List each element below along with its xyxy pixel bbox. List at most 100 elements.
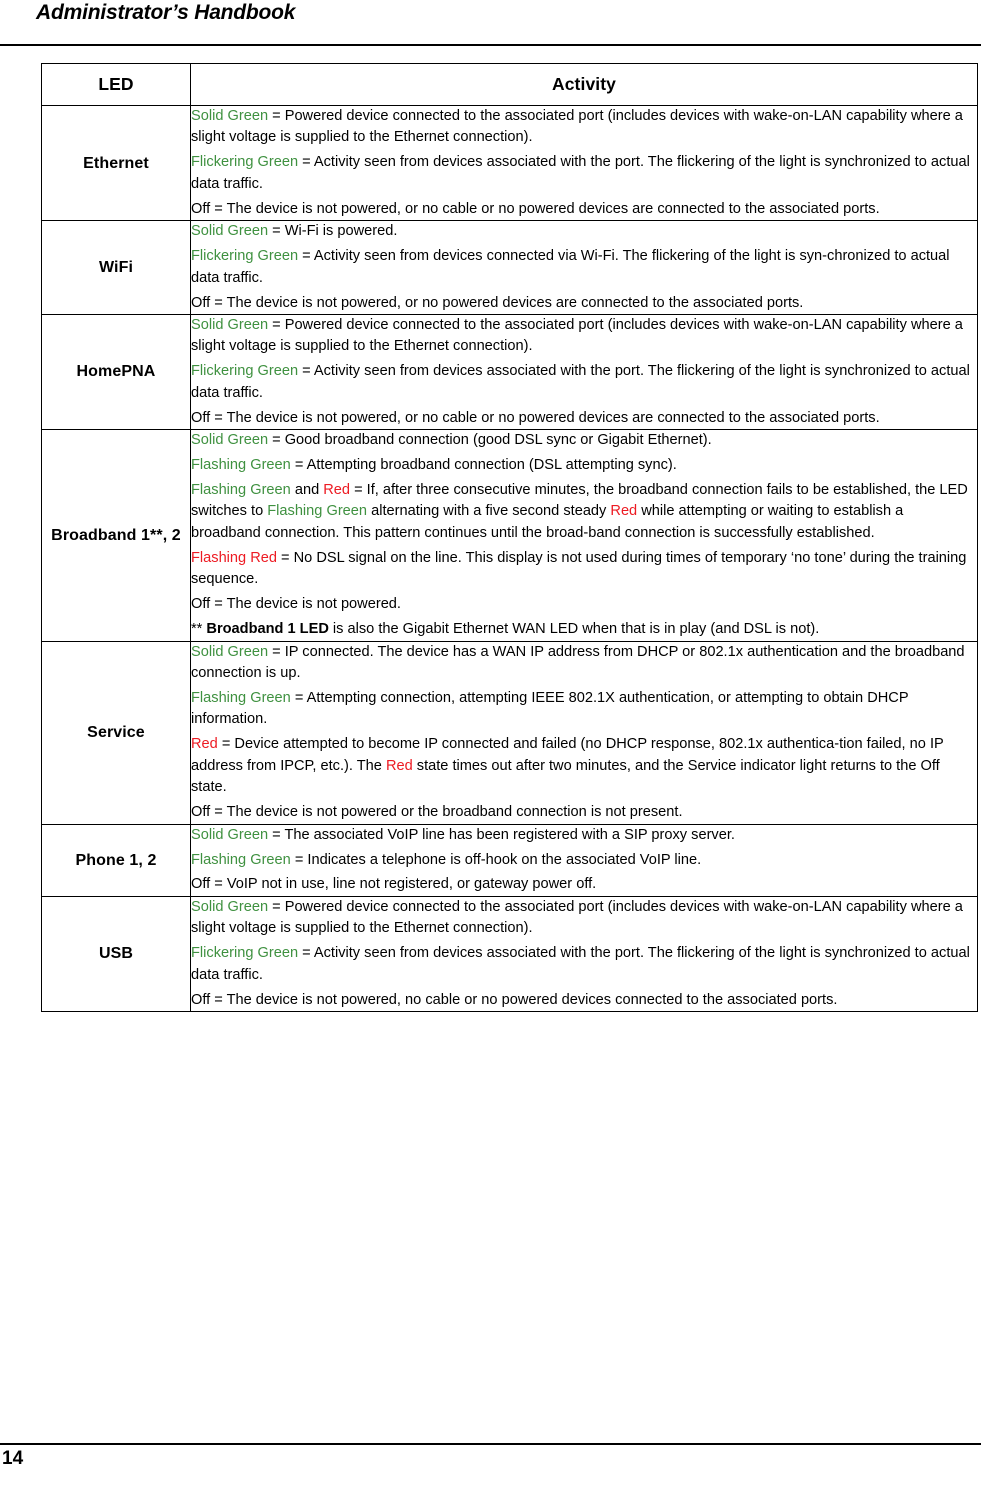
activity-line: Solid Green = Good broadband connection …	[191, 430, 977, 451]
body-text: Off = The device is not powered, or no c…	[191, 409, 880, 426]
led-activity-cell: Solid Green = Powered device connected t…	[190, 313, 978, 431]
activity-line: Solid Green = Powered device connected t…	[191, 315, 977, 358]
state-label-green: Solid Green	[191, 316, 269, 333]
table-header: LED Activity	[41, 63, 978, 106]
state-label-green: Solid Green	[191, 432, 269, 449]
footer-rule	[0, 1443, 981, 1445]
body-text: = No DSL signal on the line. This displa…	[191, 549, 967, 588]
body-text: = Activity seen from devices connected v…	[191, 248, 950, 286]
activity-line: Solid Green = The associated VoIP line h…	[191, 825, 977, 846]
activity-line: Flashing Green and Red = If, after three…	[191, 480, 977, 544]
led-activity-cell: Solid Green = Powered device connected t…	[190, 895, 978, 1013]
state-label-red: Red	[323, 482, 351, 498]
led-activity-cell: Solid Green = Wi-Fi is powered. Flickerin…	[190, 220, 978, 315]
column-header-led: LED	[41, 63, 191, 106]
body-text: = Powered device connected to the associ…	[191, 898, 963, 937]
table-row: Ethernet Solid Green = Powered device con…	[41, 104, 978, 222]
state-label-green: Flashing Green	[191, 457, 291, 474]
activity-line: Solid Green = Powered device connected t…	[191, 897, 977, 940]
body-text: = The associated VoIP line has been regi…	[268, 826, 735, 843]
state-label-red: Red	[191, 736, 218, 753]
body-text: Off = The device is not powered.	[191, 596, 401, 613]
led-name-cell: Broadband 1**, 2	[41, 429, 191, 642]
emphasis-text: Broadband 1 LED	[206, 621, 329, 638]
activity-line: Off = The device is not powered, no cabl…	[191, 990, 977, 1011]
state-label-green: Flickering Green	[191, 363, 299, 380]
state-label-green: Flashing Green	[191, 689, 291, 706]
led-name-cell: Service	[41, 640, 191, 825]
body-text: = Activity seen from devices associated …	[191, 154, 970, 192]
body-text: Off = The device is not powered, no cabl…	[191, 991, 838, 1008]
activity-line: Solid Green = Powered device connected t…	[191, 106, 977, 149]
activity-line: Off = The device is not powered, or no c…	[191, 199, 977, 220]
table-row: USB Solid Green = Powered device connecte…	[41, 895, 978, 1013]
state-label-green: Solid Green	[191, 108, 269, 124]
activity-line: Solid Green = IP connected. The device h…	[191, 642, 977, 685]
body-text: = Activity seen from devices associated …	[191, 945, 970, 983]
running-head-title: Administrator’s Handbook	[36, 1, 296, 24]
led-name-cell: USB	[41, 895, 191, 1013]
body-text: = Wi-Fi is powered.	[268, 223, 398, 240]
state-label-red: Flashing Red	[191, 549, 277, 566]
activity-line: Flickering Green = Activity seen from de…	[191, 152, 977, 195]
body-text: Off = The device is not powered, or no p…	[191, 294, 804, 311]
page-header: Administrator’s Handbook	[0, 0, 981, 46]
state-label-red: Red	[610, 503, 638, 520]
body-text: alternating with a five second steady	[367, 503, 611, 520]
led-activity-cell: Solid Green = Powered device connected t…	[190, 104, 978, 222]
page-number: 14	[2, 1448, 24, 1469]
state-label-red: Red	[385, 757, 413, 774]
activity-line: Off = The device is not powered.	[191, 594, 977, 615]
table-row: Service Solid Green = IP connected. The d…	[41, 640, 978, 825]
body-text: = Attempting broadband connection (DSL a…	[290, 457, 677, 474]
state-label-green: Solid Green	[191, 898, 269, 915]
body-text: = Powered device connected to the associ…	[191, 316, 963, 355]
state-label-green: Flickering Green	[191, 248, 299, 265]
table-row: HomePNA Solid Green = Powered device conn…	[41, 313, 978, 431]
activity-line: Off = The device is not powered or the b…	[191, 802, 977, 823]
state-label-green: Flashing Green	[191, 482, 291, 498]
table-header-row: LED Activity	[41, 63, 978, 106]
document-page: { "header": { "title": "Administrator\u2…	[0, 0, 981, 1486]
body-text: = Activity seen from devices associated …	[191, 363, 970, 401]
state-label-green: Flashing Green	[267, 503, 368, 520]
led-activity-cell: Solid Green = Good broadband connection …	[190, 429, 978, 642]
state-label-green: Flashing Green	[191, 851, 291, 868]
body-text: = Good broadband connection (good DSL sy…	[268, 432, 712, 449]
activity-line: Off = VoIP not in use, line not register…	[191, 874, 977, 895]
led-activity-cell: Solid Green = The associated VoIP line h…	[190, 823, 978, 897]
table-body: Ethernet Solid Green = Powered device con…	[41, 104, 978, 1013]
activity-line: Flashing Red = No DSL signal on the line…	[191, 548, 977, 591]
table-row: Phone 1, 2 Solid Green = The associated V…	[41, 823, 978, 897]
body-text: = Indicates a telephone is off-hook on t…	[290, 851, 702, 868]
activity-line: Flashing Green = Attempting connection, …	[191, 688, 977, 731]
header-rule	[0, 44, 981, 46]
column-header-activity: Activity	[190, 63, 978, 106]
led-name-cell: HomePNA	[41, 313, 191, 431]
led-name-cell: Ethernet	[41, 104, 191, 222]
table-row: Broadband 1**, 2 Solid Green = Good broad…	[41, 429, 978, 642]
body-text: Off = The device is not powered or the b…	[191, 804, 683, 821]
state-label-green: Solid Green	[191, 643, 269, 660]
body-text: Off = VoIP not in use, line not register…	[191, 876, 597, 893]
body-text: Off = The device is not powered, or no c…	[191, 200, 880, 217]
body-text: = Attempting connection, attempting IEEE…	[191, 689, 909, 728]
activity-line: Flickering Green = Activity seen from de…	[191, 943, 977, 986]
activity-line: Off = The device is not powered, or no p…	[191, 293, 977, 314]
activity-line: Flickering Green = Activity seen from de…	[191, 361, 977, 404]
led-name-cell: WiFi	[41, 220, 191, 315]
led-activity-cell: Solid Green = IP connected. The device h…	[190, 640, 978, 825]
activity-line: Red = Device attempted to become IP conn…	[191, 734, 977, 798]
body-text: and	[290, 482, 324, 498]
table-row: WiFi Solid Green = Wi-Fi is powered. Flick…	[41, 220, 978, 315]
body-text: = Powered device connected to the associ…	[191, 108, 963, 146]
led-activity-table: LED Activity Ethernet Solid Green = Power…	[41, 63, 978, 1013]
activity-line: Off = The device is not powered, or no c…	[191, 408, 977, 429]
body-text: = IP connected. The device has a WAN IP …	[191, 643, 965, 681]
led-name-cell: Phone 1, 2	[41, 823, 191, 897]
activity-line: Solid Green = Wi-Fi is powered.	[191, 221, 977, 242]
state-label-green: Solid Green	[191, 223, 269, 240]
state-label-green: Solid Green	[191, 826, 269, 843]
state-label-green: Flickering Green	[191, 154, 299, 171]
activity-line: Flashing Green = Indicates a telephone i…	[191, 850, 977, 871]
